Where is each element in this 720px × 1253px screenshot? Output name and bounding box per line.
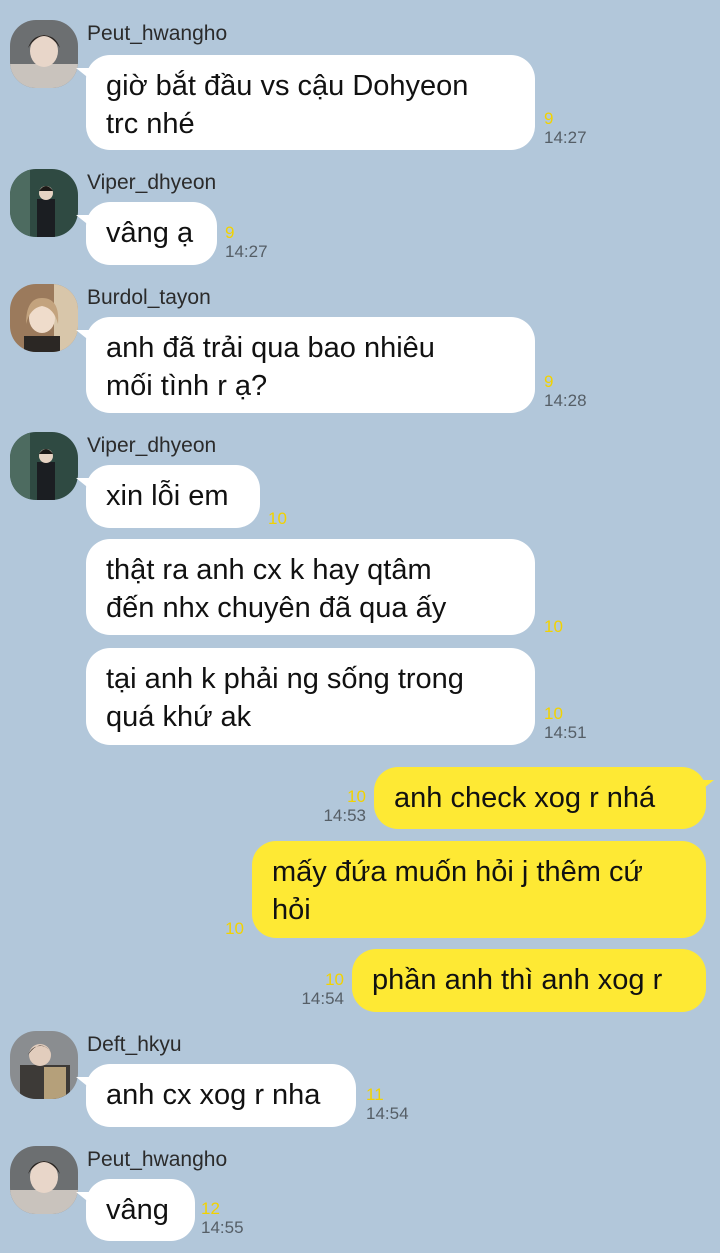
message-bubble[interactable]: vâng ạ	[86, 202, 217, 265]
message-bubble[interactable]: thật ra anh cx k hay qtâm đến nhx chuyên…	[86, 539, 535, 635]
unread-count: 10	[268, 509, 287, 528]
message-meta: 10	[544, 617, 563, 636]
message-bubble-sent[interactable]: anh check xog r nhá	[374, 767, 706, 829]
chat-room: Peut_hwangho giờ bắt đầu vs cậu Dohyeon …	[0, 0, 720, 1253]
sender-name: Deft_hkyu	[87, 1033, 182, 1056]
message-meta: 9 14:28	[544, 372, 587, 410]
message-bubble-sent[interactable]: mấy đứa muốn hỏi j thêm cứ hỏi	[252, 841, 706, 938]
avatar-burdol-tayon[interactable]	[10, 284, 78, 352]
message-time: 14:53	[323, 806, 366, 825]
unread-count: 10	[347, 787, 366, 806]
unread-count: 10	[544, 617, 563, 636]
message-time: 14:54	[301, 989, 344, 1008]
message-bubble[interactable]: vâng	[86, 1179, 195, 1241]
message-time: 14:27	[544, 128, 587, 147]
message-time: 14:54	[366, 1104, 409, 1123]
message-bubble-sent[interactable]: phần anh thì anh xog r	[352, 949, 706, 1012]
avatar-peut-hwangho[interactable]	[10, 1146, 78, 1214]
avatar-viper-dhyeon[interactable]	[10, 432, 78, 500]
message-meta: 12 14:55	[201, 1199, 244, 1237]
unread-count: 10	[544, 704, 563, 723]
message-meta: 9 14:27	[544, 109, 587, 147]
message-meta: 10	[268, 509, 287, 528]
sender-name: Burdol_tayon	[87, 286, 211, 309]
message-meta: 9 14:27	[225, 223, 268, 261]
avatar-peut-hwangho[interactable]	[10, 20, 78, 88]
message-meta: 10	[180, 919, 244, 938]
message-time: 14:55	[201, 1218, 244, 1237]
unread-count: 10	[325, 970, 344, 989]
unread-count: 12	[201, 1199, 220, 1218]
message-time: 14:51	[544, 723, 587, 742]
sender-name: Viper_dhyeon	[87, 434, 217, 457]
message-time: 14:28	[544, 391, 587, 410]
sender-name: Viper_dhyeon	[87, 171, 217, 194]
unread-count: 10	[225, 919, 244, 938]
message-meta: 10 14:51	[544, 704, 587, 742]
message-meta: 11 14:54	[366, 1085, 409, 1123]
message-bubble[interactable]: tại anh k phải ng sống trong quá khứ ak	[86, 648, 535, 745]
unread-count: 9	[544, 372, 554, 391]
message-bubble[interactable]: giờ bắt đầu vs cậu Dohyeon trc nhé	[86, 55, 535, 150]
avatar-deft-hkyu[interactable]	[10, 1031, 78, 1099]
message-bubble[interactable]: anh đã trải qua bao nhiêu mối tình r ạ?	[86, 317, 535, 413]
sender-name: Peut_hwangho	[87, 22, 228, 45]
unread-count: 9	[544, 109, 554, 128]
unread-count: 9	[225, 223, 235, 242]
avatar-viper-dhyeon[interactable]	[10, 169, 78, 237]
message-meta: 10 14:53	[300, 787, 366, 825]
message-time: 14:27	[225, 242, 268, 261]
message-bubble[interactable]: xin lỗi em	[86, 465, 260, 528]
message-bubble[interactable]: anh cx xog r nha	[86, 1064, 356, 1127]
sender-name: Peut_hwangho	[87, 1148, 228, 1171]
unread-count: 11	[366, 1085, 384, 1104]
message-meta: 10 14:54	[270, 970, 344, 1008]
